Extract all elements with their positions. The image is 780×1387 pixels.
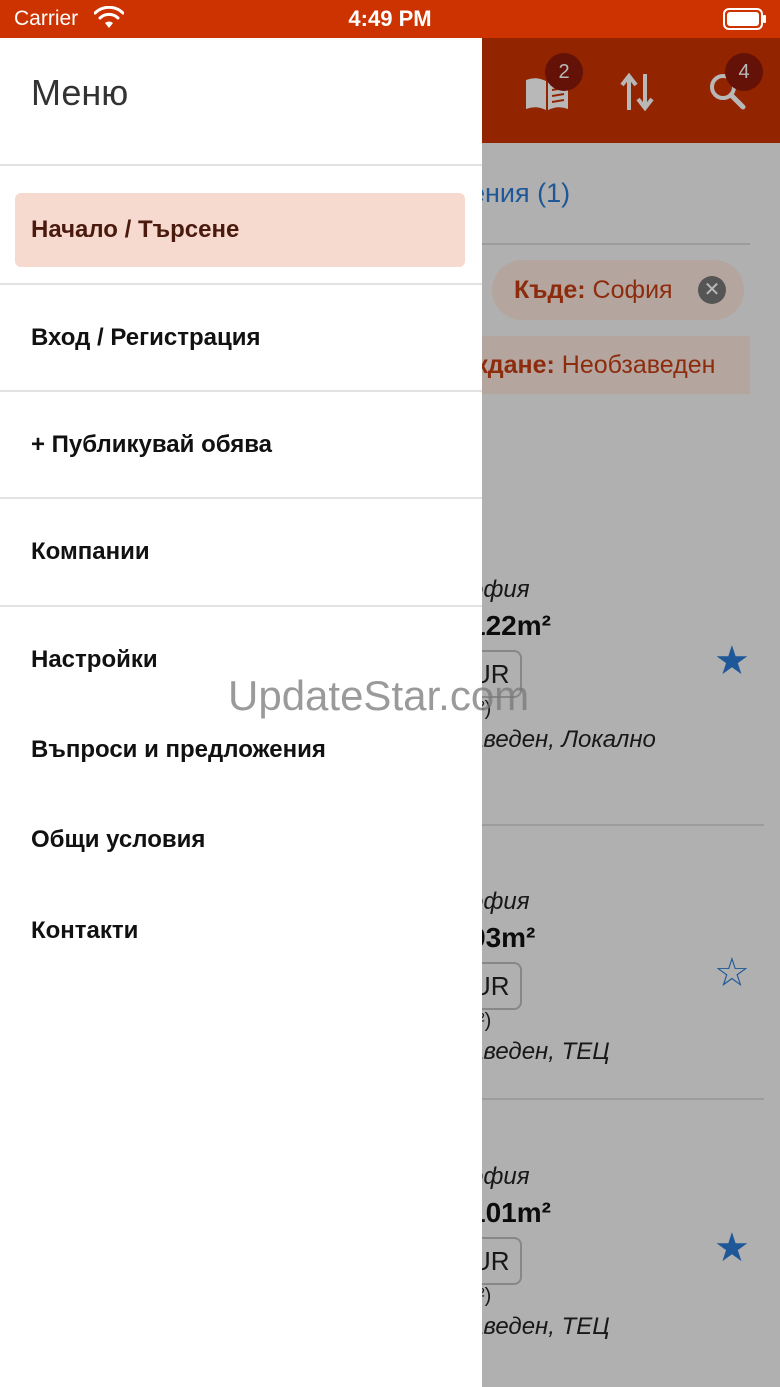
divider xyxy=(0,283,482,285)
menu-item-companies[interactable]: Компании xyxy=(15,515,465,589)
status-bar: Carrier 4:49 PM xyxy=(0,0,780,38)
menu-item-contacts[interactable]: Контакти xyxy=(15,894,465,968)
menu-item-login-register[interactable]: Вход / Регистрация xyxy=(15,301,465,375)
app-screen: Carrier 4:49 PM 2 4 ения (1) Къде: София… xyxy=(0,0,780,1387)
clock: 4:49 PM xyxy=(348,6,432,31)
watermark: UpdateStar.com xyxy=(228,672,530,719)
divider xyxy=(0,497,482,499)
menu-item-terms[interactable]: Общи условия xyxy=(15,803,465,877)
menu-item-publish-ad[interactable]: + Публикувай обява xyxy=(15,408,465,482)
battery-icon xyxy=(723,8,766,30)
menu-item-feedback[interactable]: Въпроси и предложения xyxy=(15,713,465,787)
menu-item-home-search[interactable]: Начало / Търсене xyxy=(15,193,465,267)
divider xyxy=(0,164,482,166)
divider xyxy=(0,605,482,607)
drawer-title: Меню xyxy=(31,72,129,113)
divider xyxy=(0,390,482,392)
